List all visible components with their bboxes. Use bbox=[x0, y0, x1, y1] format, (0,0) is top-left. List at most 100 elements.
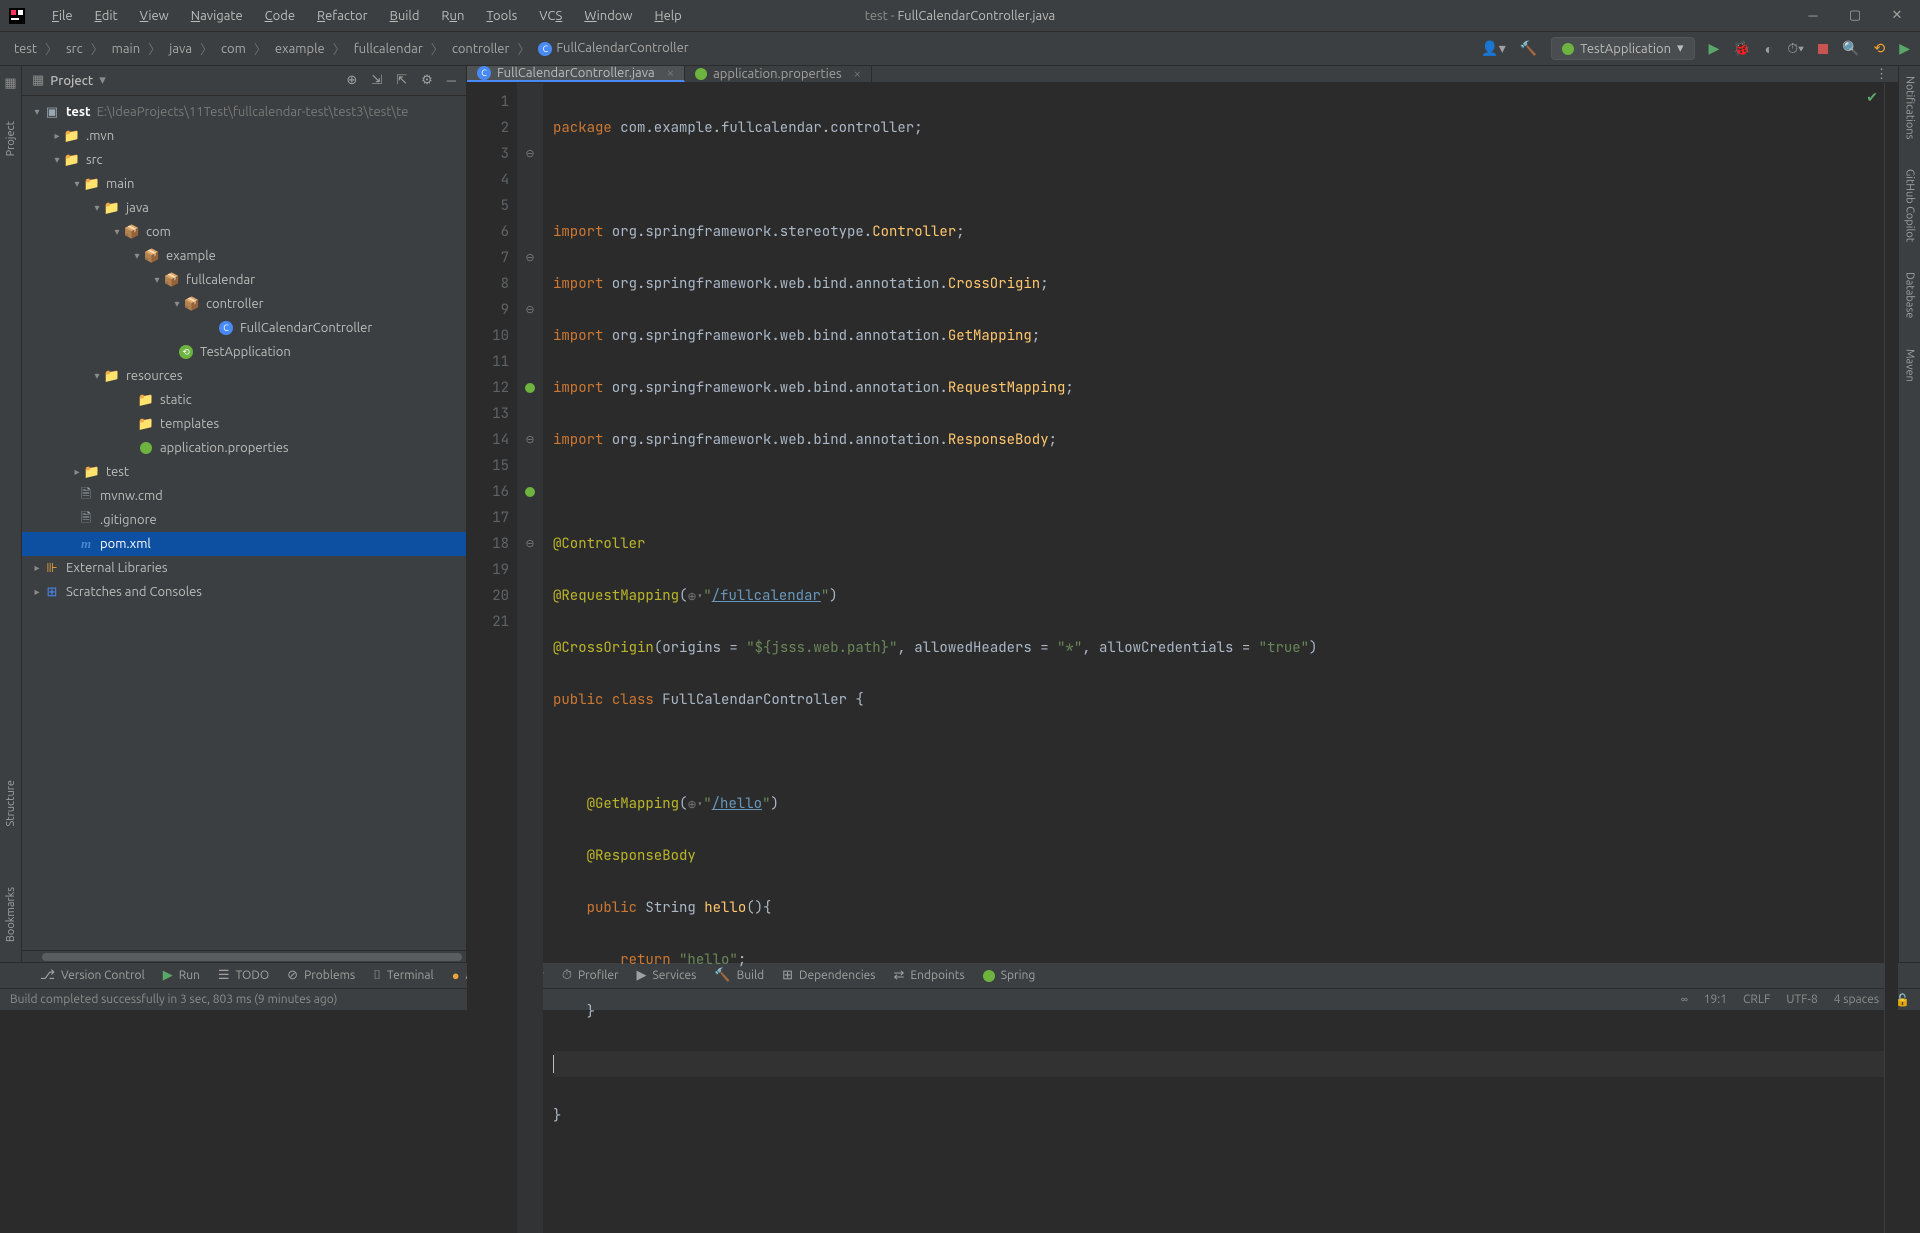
tool-version-control[interactable]: ⎇Version Control bbox=[40, 968, 145, 983]
chevron-down-icon: ▾ bbox=[1677, 41, 1684, 56]
menu-build[interactable]: Build bbox=[380, 5, 430, 27]
crumb-test[interactable]: test bbox=[10, 40, 41, 58]
crumb-example[interactable]: example bbox=[271, 40, 329, 58]
tool-structure[interactable]: Structure bbox=[5, 780, 17, 827]
tab-fullcalendarcontroller[interactable]: C FullCalendarController.java × bbox=[467, 66, 685, 82]
spring-icon bbox=[695, 68, 707, 80]
menu-window[interactable]: Window bbox=[574, 5, 642, 27]
tool-bookmarks[interactable]: Bookmarks bbox=[5, 887, 17, 942]
editor-area: C FullCalendarController.java × applicat… bbox=[467, 66, 1898, 962]
crumb-src[interactable]: src bbox=[62, 40, 87, 58]
tool-notifications[interactable]: Notifications bbox=[1904, 76, 1916, 139]
menu-run[interactable]: Run bbox=[431, 5, 474, 27]
editor-scrollbar[interactable] bbox=[1884, 83, 1898, 1233]
folder-icon: 📁 bbox=[138, 393, 154, 408]
project-tree[interactable]: ▾▣testE:\IdeaProjects\11Test\fullcalenda… bbox=[22, 96, 466, 950]
spring-props-icon bbox=[138, 442, 154, 454]
line-number-gutter: 123 456 789 101112 131415 161718 192021 bbox=[467, 83, 517, 1233]
select-opened-icon[interactable]: ⊕ bbox=[346, 73, 357, 88]
menu-code[interactable]: Code bbox=[255, 5, 305, 27]
folder-icon: 📁 bbox=[84, 465, 100, 480]
tree-node-pom[interactable]: mpom.xml bbox=[22, 532, 466, 556]
libraries-icon: ⊪ bbox=[44, 561, 60, 576]
run-configuration[interactable]: TestApplication ▾ bbox=[1551, 37, 1694, 60]
hide-panel-icon[interactable]: ─ bbox=[447, 73, 456, 88]
search-icon[interactable]: 🔍 bbox=[1842, 40, 1859, 57]
profile-button[interactable]: ⏱▾ bbox=[1787, 40, 1804, 57]
editor-tabs: C FullCalendarController.java × applicat… bbox=[467, 66, 1898, 83]
tool-database[interactable]: Database bbox=[1904, 272, 1916, 318]
right-tool-strip: Notifications GitHub Copilot Database Ma… bbox=[1898, 66, 1920, 962]
maximize-button[interactable]: ▢ bbox=[1848, 8, 1862, 23]
package-icon: 📦 bbox=[164, 273, 180, 288]
folder-icon: 📁 bbox=[84, 177, 100, 192]
chevron-down-icon[interactable]: ▾ bbox=[99, 73, 106, 88]
horizontal-scrollbar[interactable] bbox=[42, 953, 462, 961]
text-caret bbox=[553, 1055, 554, 1073]
scratches-icon: ⊞ bbox=[44, 585, 60, 600]
menu-file[interactable]: File bbox=[42, 5, 83, 27]
file-icon: 🗎 bbox=[78, 485, 94, 507]
user-icon[interactable]: 👤▾ bbox=[1481, 40, 1505, 57]
run-button[interactable]: ▶ bbox=[1709, 40, 1720, 57]
menu-tools[interactable]: Tools bbox=[476, 5, 527, 27]
crumb-main[interactable]: main bbox=[108, 40, 144, 58]
code-editor[interactable]: 123 456 789 101112 131415 161718 192021 … bbox=[467, 83, 1898, 1233]
tool-todo[interactable]: ☰TODO bbox=[218, 968, 269, 983]
code-content[interactable]: package com.example.fullcalendar.control… bbox=[543, 83, 1884, 1233]
debug-button[interactable]: 🐞 bbox=[1733, 40, 1750, 57]
crumb-com[interactable]: com bbox=[217, 40, 250, 58]
close-tab-icon[interactable]: × bbox=[667, 66, 674, 80]
stop-button[interactable] bbox=[1818, 41, 1828, 57]
titlebar: File Edit View Navigate Code Refactor Bu… bbox=[0, 0, 1920, 32]
menu-vcs[interactable]: VCS bbox=[529, 5, 572, 27]
inspection-ok-icon[interactable]: ✔ bbox=[1866, 89, 1878, 107]
tool-problems[interactable]: ⊘Problems bbox=[287, 968, 355, 983]
folder-icon: 📁 bbox=[64, 129, 80, 144]
coverage-button[interactable]: ◐ bbox=[1765, 41, 1773, 57]
sync-icon[interactable]: ⟲ bbox=[1873, 40, 1885, 57]
tool-project[interactable]: Project bbox=[5, 121, 17, 156]
main-menu: File Edit View Navigate Code Refactor Bu… bbox=[42, 5, 692, 27]
toolbox-icon[interactable]: ▶ bbox=[1899, 40, 1910, 57]
project-panel-header: ▦ Project ▾ ⊕ ⇲ ⇱ ⚙ ─ bbox=[22, 66, 466, 96]
status-message: Build completed successfully in 3 sec, 8… bbox=[10, 993, 337, 1006]
crumb-fullcalendar[interactable]: fullcalendar bbox=[350, 40, 427, 58]
menu-refactor[interactable]: Refactor bbox=[307, 5, 378, 27]
spring-boot-icon: ⟲ bbox=[179, 345, 193, 359]
close-button[interactable]: ✕ bbox=[1890, 8, 1904, 23]
left-tool-strip: ▦ Project Structure Bookmarks bbox=[0, 66, 22, 962]
tool-maven[interactable]: Maven bbox=[1904, 349, 1916, 382]
folder-icon[interactable]: ▦ bbox=[4, 76, 16, 91]
window-title: test - FullCalendarController.java bbox=[865, 9, 1055, 23]
menu-edit[interactable]: Edit bbox=[85, 5, 128, 27]
package-icon: 📦 bbox=[124, 225, 140, 240]
crumb-java[interactable]: java bbox=[165, 40, 196, 58]
build-icon[interactable]: 🔨 bbox=[1520, 40, 1537, 57]
editor-marks-gutter: ⊖⊖ ⊖ ⊖ ⊖ bbox=[517, 83, 543, 1233]
collapse-all-icon[interactable]: ⇱ bbox=[396, 73, 407, 88]
package-icon: 📦 bbox=[184, 297, 200, 312]
folder-icon: 📁 bbox=[138, 417, 154, 432]
tool-github-copilot[interactable]: GitHub Copilot bbox=[1904, 169, 1916, 242]
project-panel-title: Project bbox=[50, 74, 93, 88]
tab-application-properties[interactable]: application.properties × bbox=[685, 66, 872, 82]
tool-terminal[interactable]: ⌷Terminal bbox=[373, 968, 434, 983]
project-panel: ▦ Project ▾ ⊕ ⇲ ⇱ ⚙ ─ ▾▣testE:\IdeaProje… bbox=[22, 66, 467, 962]
menu-navigate[interactable]: Navigate bbox=[181, 5, 253, 27]
class-icon: C bbox=[477, 66, 491, 80]
tab-menu-icon[interactable]: ⋮ bbox=[1865, 66, 1898, 82]
expand-all-icon[interactable]: ⇲ bbox=[371, 73, 382, 88]
app-logo-icon bbox=[8, 7, 26, 25]
crumb-class[interactable]: CFullCalendarController bbox=[534, 39, 692, 58]
crumb-controller[interactable]: controller bbox=[448, 40, 514, 58]
menu-view[interactable]: View bbox=[130, 5, 179, 27]
minimize-button[interactable]: ─ bbox=[1806, 8, 1820, 23]
close-tab-icon[interactable]: × bbox=[854, 67, 861, 81]
navigation-bar: test〉 src〉 main〉 java〉 com〉 example〉 ful… bbox=[0, 32, 1920, 66]
project-scope-icon[interactable]: ▦ bbox=[32, 73, 44, 88]
module-icon: ▣ bbox=[44, 105, 60, 120]
menu-help[interactable]: Help bbox=[645, 5, 692, 27]
tool-run[interactable]: ▶Run bbox=[163, 968, 200, 983]
settings-icon[interactable]: ⚙ bbox=[421, 73, 433, 88]
